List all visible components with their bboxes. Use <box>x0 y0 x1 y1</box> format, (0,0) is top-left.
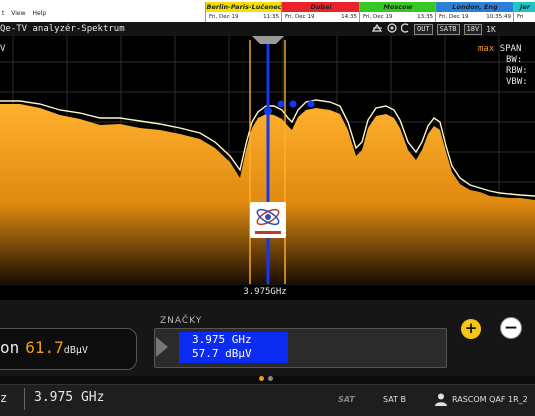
clock-london: London, Eng Fri, Dec 19 10:35:49 <box>435 2 514 22</box>
reset-icon[interactable] <box>400 22 410 36</box>
clock-city: London, Eng <box>436 2 514 12</box>
marker-point <box>289 100 297 108</box>
marker-point <box>307 100 315 108</box>
clock-moscow: Moscow Fri, Dec 19 13:35 <box>359 2 436 22</box>
marker-level: 57.7 dBµV <box>192 347 252 360</box>
level-readout: on 61.7dBµV <box>0 338 88 357</box>
marker-point <box>277 100 285 108</box>
user-icon <box>435 393 447 406</box>
marker-frequency-label: 3.975GHz <box>243 287 287 297</box>
page-indicator[interactable] <box>259 376 273 381</box>
menu-item-t[interactable]: t <box>2 10 4 17</box>
clock-time: 10:35:49 <box>486 14 511 20</box>
markers-title: ZNAČKY <box>160 316 203 326</box>
menu-item-help[interactable]: Help <box>32 10 46 17</box>
level-unit: dBµV <box>63 345 88 356</box>
antenna-icon[interactable] <box>387 22 397 36</box>
span-label: SPAN <box>499 44 522 54</box>
clock-city: Jer <box>514 2 535 12</box>
out-indicator[interactable]: OUT <box>414 23 433 35</box>
watermark-logo <box>250 202 286 238</box>
vbw-label: VBW: <box>506 77 528 87</box>
menu-items: t View Help <box>2 10 51 17</box>
clock-time: 14:35 <box>341 14 357 20</box>
remove-marker-button[interactable]: − <box>500 317 522 339</box>
max-hold-label[interactable]: max <box>478 44 494 54</box>
marker-play-icon[interactable] <box>156 337 168 357</box>
transponder-name[interactable]: RASCOM QAF 1R_2 <box>452 395 528 404</box>
bw-label: BW: <box>506 55 523 65</box>
settings-icon[interactable] <box>371 23 383 36</box>
level-axis-label: V <box>0 44 6 54</box>
clock-city: Berlin-Paris-Lučenec <box>206 2 282 12</box>
clock-time: 13:35 <box>417 14 433 20</box>
page-dot[interactable] <box>268 376 273 381</box>
window-title: Qe-TV analyzér-Spektrum <box>0 24 125 34</box>
level-value: 61.7 <box>25 338 64 357</box>
page-dot-active[interactable] <box>259 376 264 381</box>
status-frequency[interactable]: 3.975 GHz <box>34 390 104 405</box>
status-separator <box>24 388 25 410</box>
status-left-text: z <box>0 391 8 405</box>
spectrum-settings: max SPAN BW: RBW: VBW: <box>478 44 528 88</box>
clock-berlin: Berlin-Paris-Lučenec Fri, Dec 19 11:35 <box>205 2 282 22</box>
sat-logo: SAT <box>338 395 355 404</box>
clock-date: Fri, Dec 19 <box>439 14 469 20</box>
clock-date: Fri, Dec 19 <box>285 14 315 20</box>
marker-frequency: 3.975 GHz <box>192 333 252 346</box>
title-right-text: 1K <box>486 24 496 34</box>
add-marker-button[interactable]: + <box>461 319 481 339</box>
clock-city: Dubai <box>282 2 360 12</box>
lnb-voltage-indicator[interactable]: 18V <box>463 23 483 35</box>
clock-date: Fri, Dec 19 <box>363 14 393 20</box>
satellite-name[interactable]: SAT B <box>383 395 406 404</box>
clock-dubai: Dubai Fri, Dec 19 14:35 <box>281 2 360 22</box>
level-prefix: on <box>0 338 20 357</box>
clock-date: Fri <box>517 14 524 20</box>
title-status-group: OUT SATB 18V 1K <box>371 22 496 36</box>
sat-band-indicator[interactable]: SATB <box>436 23 460 35</box>
clock-date: Fri, Dec 19 <box>209 14 239 20</box>
rbw-label: RBW: <box>506 66 528 76</box>
clock-city: Moscow <box>360 2 436 12</box>
clock-jerusalem: Jer Fri <box>513 2 535 22</box>
clock-time: 11:35 <box>263 14 279 20</box>
spectrum-plot[interactable] <box>0 36 535 300</box>
menu-item-view[interactable]: View <box>11 10 25 17</box>
marker-point <box>264 107 272 115</box>
